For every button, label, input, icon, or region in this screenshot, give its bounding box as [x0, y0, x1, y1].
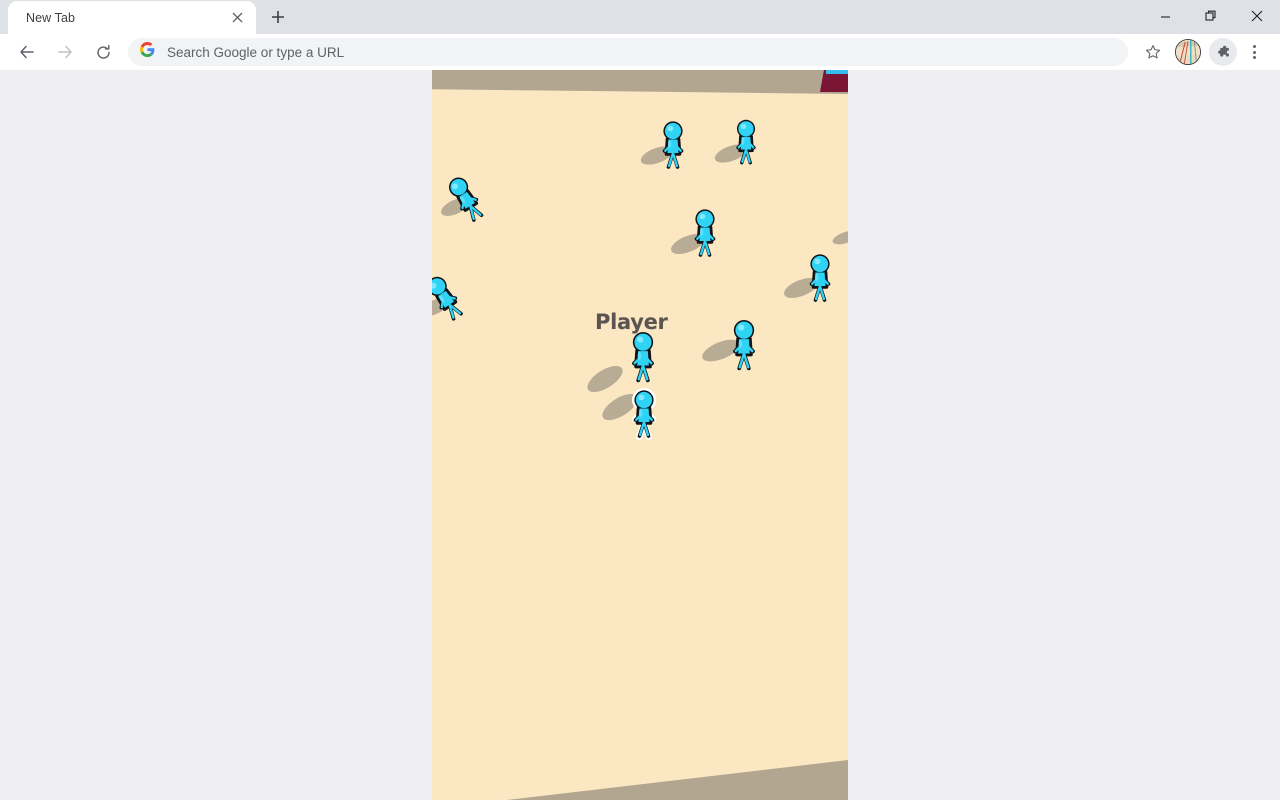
google-g-icon — [140, 42, 155, 62]
reload-button[interactable] — [88, 37, 118, 67]
toolbar-actions — [1136, 37, 1272, 67]
tab-title: New Tab — [26, 10, 76, 25]
forward-button[interactable] — [50, 37, 80, 67]
player-character[interactable] — [627, 388, 661, 440]
back-button[interactable] — [12, 37, 42, 67]
address-bar-placeholder: Search Google or type a URL — [167, 44, 345, 60]
menu-dot — [1252, 45, 1256, 48]
arena-bottom-wall — [432, 760, 848, 800]
minimize-button[interactable] — [1142, 0, 1188, 32]
three-dot-menu-icon[interactable] — [1240, 37, 1268, 67]
arena-top-wall — [432, 70, 848, 94]
page-viewport: Player — [0, 70, 1280, 800]
close-window-button[interactable] — [1234, 0, 1280, 32]
character-shadow — [583, 360, 627, 398]
npc-character — [803, 253, 837, 303]
npc-character — [726, 318, 762, 372]
address-bar[interactable]: Search Google or type a URL — [128, 38, 1128, 66]
arena-goal-accent — [826, 70, 848, 74]
tab-new-tab[interactable]: New Tab — [8, 1, 256, 34]
tab-strip: New Tab — [0, 0, 1280, 34]
new-tab-button[interactable] — [264, 3, 292, 31]
npc-character — [656, 120, 690, 170]
close-icon[interactable] — [228, 9, 246, 27]
npc-character — [730, 118, 762, 166]
profile-avatar[interactable] — [1175, 39, 1201, 65]
maximize-button[interactable] — [1188, 0, 1234, 32]
npc-character — [688, 208, 722, 258]
npc-character — [438, 169, 493, 229]
game-canvas[interactable]: Player — [432, 70, 848, 800]
npc-character — [625, 330, 661, 384]
menu-dot — [1252, 50, 1256, 54]
menu-dot — [1252, 56, 1256, 59]
npc-character — [432, 268, 473, 328]
player-name-label: Player — [595, 310, 668, 334]
browser-toolbar: Search Google or type a URL — [0, 34, 1280, 70]
browser-window: New Tab Search Google or type a URL Play… — [0, 0, 1280, 800]
window-controls — [1142, 0, 1280, 32]
bookmark-star-icon[interactable] — [1138, 37, 1168, 67]
ground-shadow — [830, 227, 848, 248]
extensions-puzzle-icon[interactable] — [1209, 38, 1237, 66]
